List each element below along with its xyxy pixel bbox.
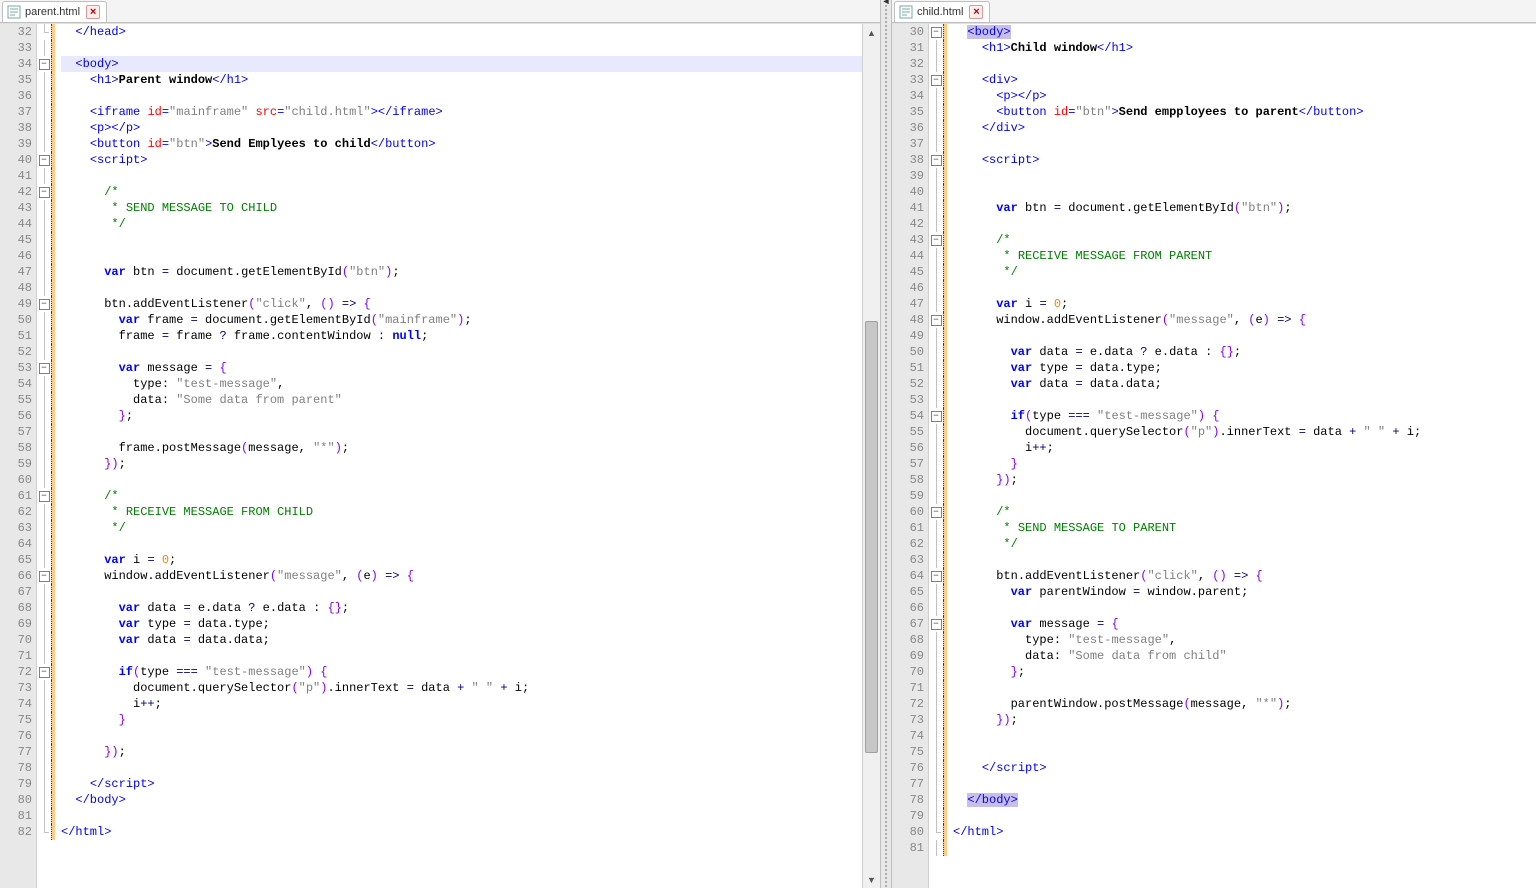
scroll-down-icon[interactable]: ▼ — [863, 871, 880, 888]
tab-bar: parent.html × — [0, 0, 880, 23]
scroll-thumb[interactable] — [865, 321, 878, 753]
line-number-gutter: 3233343536373839404142434445464748495051… — [0, 24, 37, 888]
close-icon[interactable]: × — [969, 5, 983, 19]
fold-column[interactable]: −−−−−−−− — [37, 24, 51, 888]
scroll-up-icon[interactable]: ▲ — [863, 24, 880, 41]
code-area[interactable]: </head> <body> <h1>Parent window</h1> <i… — [55, 24, 862, 888]
scroll-track[interactable] — [863, 41, 880, 871]
tab-label: parent.html — [25, 6, 80, 18]
html-file-icon — [7, 5, 21, 19]
tab-child-html[interactable]: child.html × — [894, 1, 990, 22]
split-view: parent.html × 32333435363738394041424344… — [0, 0, 1536, 888]
code-editor-right[interactable]: 3031323334353637383940414243444546474849… — [892, 23, 1536, 888]
splitter-arrow-icon: ◄ — [882, 0, 891, 6]
tab-label: child.html — [917, 6, 963, 18]
code-area[interactable]: <body> <h1>Child window</h1> <div> <p></… — [947, 24, 1536, 888]
fold-column[interactable]: −−−−−−−−− — [929, 24, 943, 888]
close-icon[interactable]: × — [86, 5, 100, 19]
tab-parent-html[interactable]: parent.html × — [2, 1, 107, 22]
code-editor-left[interactable]: 3233343536373839404142434445464748495051… — [0, 23, 880, 888]
editor-pane-left: parent.html × 32333435363738394041424344… — [0, 0, 880, 888]
editor-pane-right: child.html × 303132333435363738394041424… — [892, 0, 1536, 888]
html-file-icon — [899, 5, 913, 19]
line-number-gutter: 3031323334353637383940414243444546474849… — [892, 24, 929, 888]
vertical-scrollbar[interactable]: ▲ ▼ — [862, 24, 880, 888]
tab-bar: child.html × — [892, 0, 1536, 23]
pane-splitter[interactable]: ◄ — [880, 0, 892, 888]
